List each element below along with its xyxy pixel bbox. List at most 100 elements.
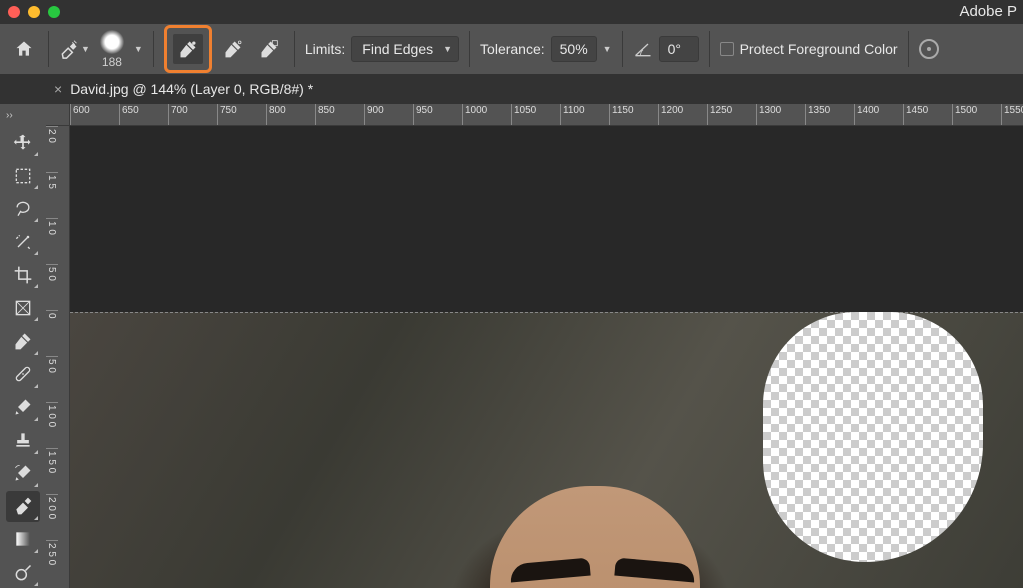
ruler-tick: 950 — [413, 104, 462, 125]
sampling-swatch-button[interactable] — [254, 34, 284, 64]
wand-icon — [13, 232, 33, 252]
eyedropper-swatch-icon — [259, 39, 279, 59]
crop-icon — [13, 265, 33, 285]
ruler-tick: 900 — [364, 104, 413, 125]
options-bar: ▼ 188 ▼ Limits: Find Edges ▼ Tolerance: … — [0, 24, 1023, 74]
limits-value: Find Edges — [362, 41, 433, 57]
eraser-icon — [13, 496, 33, 516]
checkbox-icon[interactable] — [720, 42, 734, 56]
maximize-window-button[interactable] — [48, 6, 60, 18]
crop-tool[interactable] — [6, 259, 40, 290]
chevron-down-icon[interactable]: ▼ — [603, 44, 612, 54]
chevron-down-icon[interactable]: ▼ — [134, 44, 143, 54]
tolerance-value: 50% — [560, 41, 588, 57]
tolerance-input[interactable]: 50% — [551, 36, 597, 62]
ruler-tick: 600 — [70, 104, 119, 125]
erased-transparent-area — [763, 312, 983, 562]
gradient-icon — [13, 529, 33, 549]
frame-tool[interactable] — [6, 292, 40, 323]
brush-preview-icon — [100, 30, 124, 54]
brush-tool[interactable] — [6, 392, 40, 423]
frame-icon — [13, 298, 33, 318]
ruler-tick: 850 — [315, 104, 364, 125]
close-tab-icon[interactable]: × — [54, 81, 62, 97]
quick-selection-tool[interactable] — [6, 226, 40, 257]
divider — [709, 31, 710, 67]
brush-size-label: 188 — [102, 55, 122, 69]
history-brush-icon — [13, 463, 33, 483]
document-tab[interactable]: × David.jpg @ 144% (Layer 0, RGB/8#) * — [54, 81, 313, 97]
marquee-icon — [13, 166, 33, 186]
stamp-icon — [13, 430, 33, 450]
move-tool[interactable] — [6, 127, 40, 158]
protect-foreground-label: Protect Foreground Color — [740, 41, 898, 57]
eyedropper-once-icon — [223, 39, 243, 59]
minimize-window-button[interactable] — [28, 6, 40, 18]
background-eraser-icon — [59, 39, 79, 59]
history-brush-tool[interactable] — [6, 458, 40, 489]
ruler-tick: 750 — [217, 104, 266, 125]
background-eraser-tool[interactable] — [6, 491, 40, 522]
ruler-tick: 5 0 — [46, 356, 58, 402]
ruler-tick: 1500 — [952, 104, 1001, 125]
ruler-tick: 1 0 — [46, 218, 58, 264]
ruler-tick: 1 5 — [46, 172, 58, 218]
clone-stamp-tool[interactable] — [6, 425, 40, 456]
eyedropper-icon — [13, 331, 33, 351]
ruler-origin[interactable] — [46, 104, 70, 126]
ruler-horizontal[interactable]: 6006507007508008509009501000105011001150… — [70, 104, 1023, 126]
ruler-tick: 700 — [168, 104, 217, 125]
protect-foreground-option[interactable]: Protect Foreground Color — [720, 41, 898, 57]
expand-toolbar-icon[interactable]: ›› — [6, 110, 13, 121]
ruler-tick: 1350 — [805, 104, 854, 125]
divider — [622, 31, 623, 67]
ruler-tick: 1 0 0 — [46, 402, 58, 448]
dodge-tool[interactable] — [6, 557, 40, 588]
ruler-vertical[interactable]: 2 01 51 05 005 01 0 01 5 02 0 02 5 0 — [46, 126, 70, 588]
title-bar: Adobe P — [0, 0, 1023, 24]
ruler-tick: 2 5 0 — [46, 540, 58, 586]
home-icon — [14, 39, 34, 59]
window-controls — [8, 6, 60, 18]
angle-value: 0° — [668, 41, 681, 57]
ruler-tick: 1150 — [609, 104, 658, 125]
sampling-continuous-highlight — [164, 25, 212, 73]
ruler-tick: 1 5 0 — [46, 448, 58, 494]
app-title: Adobe P — [959, 3, 1017, 20]
ruler-tick: 1400 — [854, 104, 903, 125]
document-tab-strip: × David.jpg @ 144% (Layer 0, RGB/8#) * — [0, 74, 1023, 104]
divider — [153, 31, 154, 67]
healing-brush-tool[interactable] — [6, 359, 40, 390]
divider — [908, 31, 909, 67]
close-window-button[interactable] — [8, 6, 20, 18]
move-icon — [13, 133, 33, 153]
ruler-tick: 2 0 0 — [46, 494, 58, 540]
pressure-size-button[interactable] — [919, 39, 939, 59]
ruler-tick: 1100 — [560, 104, 609, 125]
sampling-once-button[interactable] — [218, 34, 248, 64]
tolerance-label: Tolerance: — [480, 41, 545, 57]
limits-dropdown[interactable]: Find Edges ▼ — [351, 36, 459, 62]
sampling-continuous-button[interactable] — [173, 34, 203, 64]
chevron-down-icon: ▼ — [81, 44, 90, 54]
divider — [48, 31, 49, 67]
divider — [294, 31, 295, 67]
ruler-tick: 0 — [46, 310, 58, 356]
angle-input[interactable]: 0° — [659, 36, 699, 62]
brush-preset-picker[interactable]: 188 — [100, 30, 124, 69]
eyedropper-tool[interactable] — [6, 325, 40, 356]
canvas[interactable] — [70, 126, 1023, 588]
divider — [469, 31, 470, 67]
gradient-tool[interactable] — [6, 524, 40, 555]
marquee-tool[interactable] — [6, 160, 40, 191]
ruler-tick: 1250 — [707, 104, 756, 125]
tool-preset-picker[interactable]: ▼ — [59, 39, 90, 59]
home-button[interactable] — [10, 35, 38, 63]
lasso-tool[interactable] — [6, 193, 40, 224]
angle-icon — [633, 39, 653, 59]
ruler-tick: 1300 — [756, 104, 805, 125]
chevron-down-icon: ▼ — [443, 44, 452, 54]
ruler-tick: 2 0 — [46, 126, 58, 172]
ruler-tick: 1000 — [462, 104, 511, 125]
workspace: ›› 6006507007508008509009501000105011001… — [0, 104, 1023, 588]
